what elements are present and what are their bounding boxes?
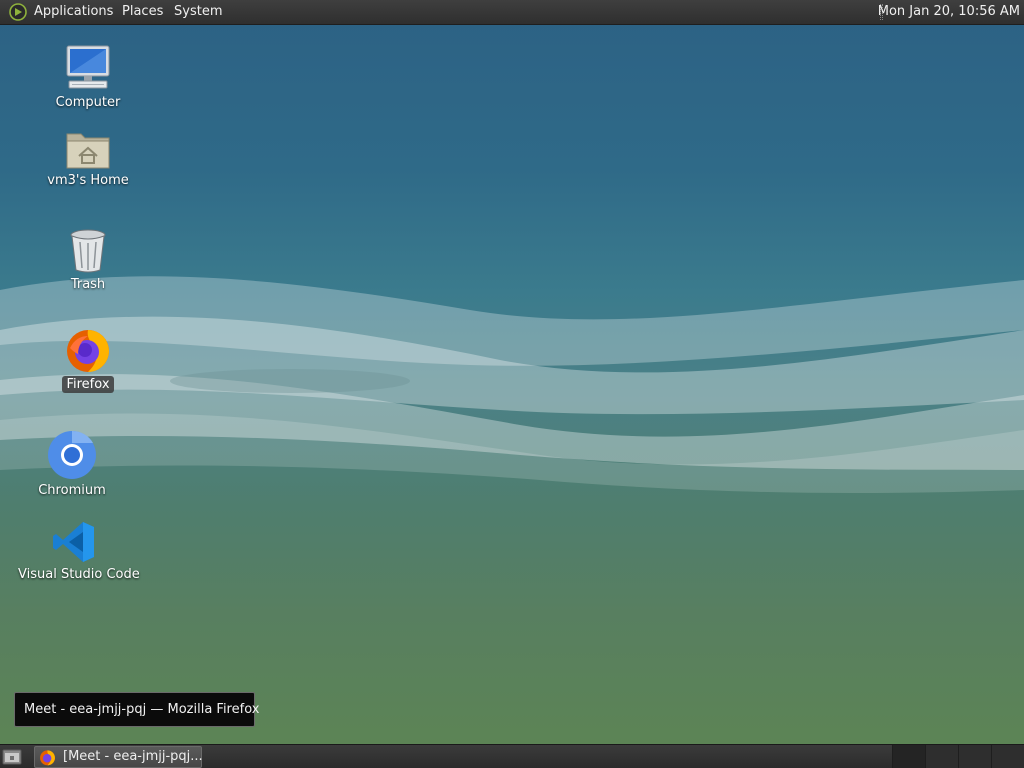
window-tooltip: Meet - eea-jmjj-pqj — Mozilla Firefox [14, 692, 259, 727]
show-desktop-icon[interactable] [2, 748, 22, 766]
desktop-icon-label: Chromium [38, 483, 106, 498]
firefox-icon [67, 330, 109, 372]
desktop-icon-vscode[interactable]: Visual Studio Code [14, 520, 140, 583]
desktop-icon-label: Visual Studio Code [18, 567, 140, 582]
desktop-icon-trash[interactable]: Trash [38, 228, 138, 293]
home-folder-icon [66, 133, 110, 169]
desktop-icon-firefox[interactable]: Firefox [38, 326, 138, 393]
applications-menu[interactable]: Applications [34, 0, 113, 24]
places-menu[interactable]: Places [122, 0, 163, 24]
taskbar-button-label: [Meet - eea-jmjj-pqj... [63, 749, 203, 764]
top-panel: Applications Places System Mon Jan 20, 1… [0, 0, 1024, 25]
clock[interactable]: Mon Jan 20, 10:56 AM [878, 0, 1020, 24]
vscode-icon [53, 522, 94, 562]
workspace-3[interactable] [958, 745, 991, 768]
desktop-icon-label: Trash [70, 277, 106, 292]
desktop-icon-computer[interactable]: Computer [38, 44, 138, 111]
system-menu[interactable]: System [174, 0, 222, 24]
wallpaper-waves [0, 276, 1024, 493]
workspace-switcher[interactable] [892, 745, 1024, 768]
computer-icon [66, 45, 110, 89]
desktop-icon-label: Firefox [62, 376, 114, 393]
bottom-panel: [Meet - eea-jmjj-pqj... [0, 744, 1024, 768]
firefox-icon [40, 750, 55, 766]
desktop-icon-label: vm3's Home [47, 173, 129, 188]
desktop-icon-home[interactable]: vm3's Home [38, 128, 138, 189]
desktop-icon-chromium[interactable]: Chromium [22, 430, 122, 499]
workspace-4[interactable] [991, 745, 1024, 768]
workspace-2[interactable] [925, 745, 958, 768]
desktop[interactable]: Applications Places System Mon Jan 20, 1… [0, 0, 1024, 768]
trash-icon [70, 229, 106, 273]
chromium-icon [48, 430, 96, 479]
taskbar-button-firefox[interactable]: [Meet - eea-jmjj-pqj... [34, 746, 203, 768]
desktop-icon-label: Computer [55, 95, 121, 110]
mate-logo-icon[interactable] [9, 3, 27, 21]
workspace-1[interactable] [892, 745, 925, 768]
